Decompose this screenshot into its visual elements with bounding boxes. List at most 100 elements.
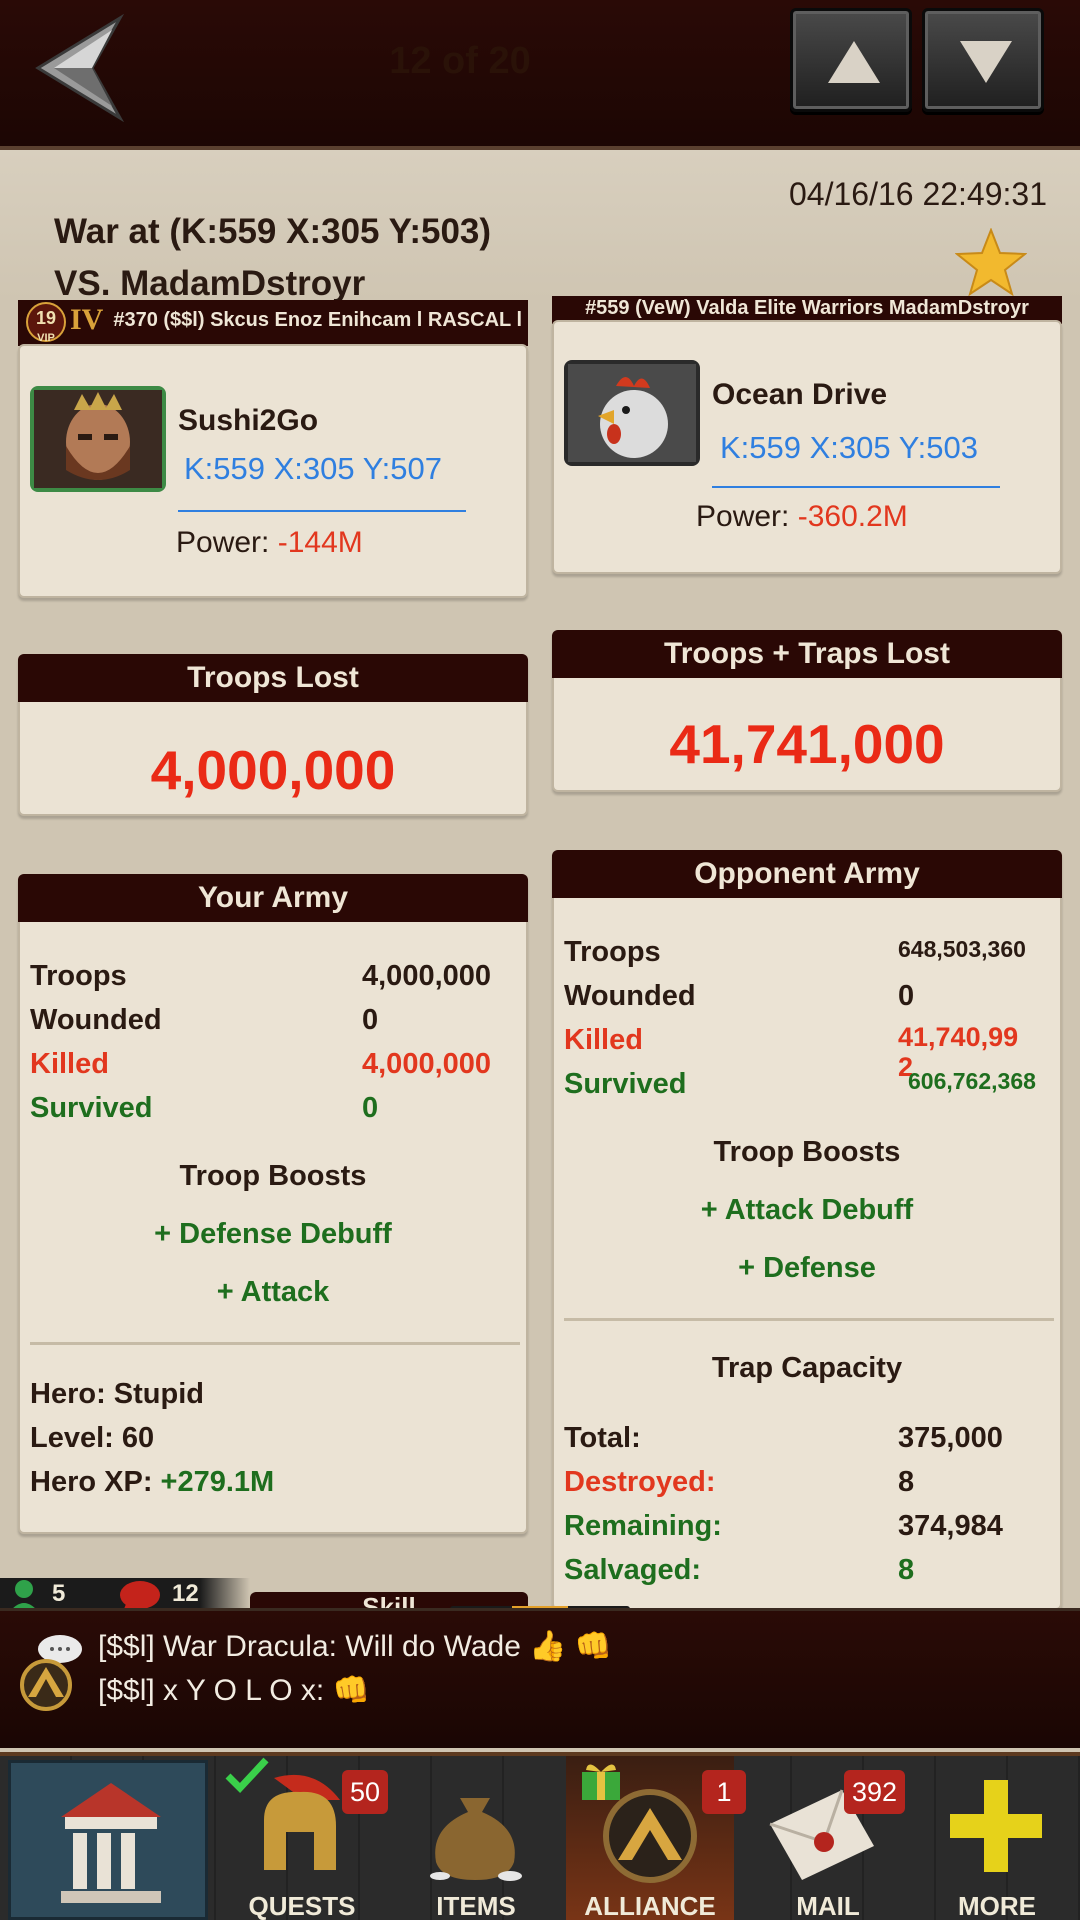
alliance-chat-icon [20, 1635, 82, 1711]
opponent-wounded-value: 0 [898, 980, 915, 1012]
mail-button[interactable]: 392 MAIL [744, 1756, 912, 1920]
vip-label: VIP [37, 332, 55, 344]
player-coordinates-underline [178, 510, 466, 512]
opponent-killed-value-line1: 41,740,99 [898, 1022, 1019, 1052]
items-button[interactable]: ITEMS [396, 1756, 556, 1920]
troops-value: 4,000,000 [362, 960, 492, 992]
player-power: Power: -144M [176, 526, 363, 560]
trap-destroyed-value: 8 [898, 1466, 915, 1498]
alliance-chat-preview[interactable]: [$$l] War Dracula: Will do Wade 👍 👊 [$$l… [0, 1608, 1080, 1748]
opponent-boost-item: + Defense [738, 1252, 876, 1284]
online-count: 5 [52, 1580, 66, 1607]
opponent-survived-value: 606,762,368 [908, 1068, 1036, 1094]
opponent-troops-label: Troops [564, 936, 661, 968]
stronghold-button[interactable] [8, 1760, 208, 1920]
trap-salvaged-value: 8 [898, 1554, 915, 1586]
player-coordinates-link[interactable]: K:559 X:305 Y:507 [184, 451, 442, 487]
report-date: 04/16/16 22:49:31 [788, 176, 1047, 212]
arrow-up-icon [828, 41, 880, 83]
troop-boosts-title: Troop Boosts [179, 1160, 367, 1192]
report-opponent-title: VS. MadamDstroyr [54, 264, 366, 303]
quests-badge: 50 [342, 1770, 389, 1814]
opponent-avatar[interactable] [564, 360, 700, 466]
trap-remaining-value: 374,984 [898, 1510, 1003, 1542]
player-card: Sushi2Go K:559 X:305 Y:507 Power: -144M [18, 344, 528, 598]
wounded-value: 0 [362, 1004, 379, 1036]
hero-xp: Hero XP: +279.1M [30, 1466, 274, 1499]
page-counter: 12 of 20 [389, 40, 531, 82]
boost-item: + Defense Debuff [154, 1218, 392, 1250]
items-label: ITEMS [436, 1891, 516, 1920]
killed-value: 4,000,000 [362, 1048, 492, 1080]
opponent-boost-item: + Attack Debuff [700, 1194, 914, 1226]
wounded-label: Wounded [30, 1004, 162, 1036]
opponent-coordinates-underline [712, 486, 1000, 488]
player-power-label: Power: [176, 526, 278, 559]
mail-label: MAIL [796, 1891, 860, 1920]
player-portrait-icon [34, 390, 162, 488]
arrow-down-icon [960, 41, 1012, 83]
troops-traps-lost-panel: Troops + Traps Lost 41,741,000 [552, 630, 1062, 792]
section-divider [564, 1318, 1054, 1321]
message-count: 12 [172, 1580, 199, 1607]
alliance-label: ALLIANCE [584, 1891, 716, 1920]
boost-item: + Attack [216, 1276, 330, 1308]
next-report-button[interactable] [922, 8, 1044, 112]
opponent-coordinates-link[interactable]: K:559 X:305 Y:503 [720, 430, 978, 466]
previous-report-button[interactable] [790, 8, 912, 112]
quests-label: QUESTS [248, 1891, 356, 1920]
mail-badge: 392 [844, 1770, 906, 1814]
top-bar: 12 of 20 [0, 0, 1080, 150]
more-label: MORE [958, 1891, 1036, 1920]
troops-lost-panel: Troops Lost 4,000,000 [18, 654, 528, 816]
killed-label: Killed [30, 1048, 109, 1080]
opponent-survived-label: Survived [564, 1068, 687, 1100]
back-button[interactable] [30, 13, 130, 123]
hero-xp-label: Hero XP: [30, 1466, 161, 1498]
player-avatar[interactable] [30, 386, 166, 492]
opponent-army-panel: Opponent Army Troops 648,503,360 Wounded… [552, 850, 1062, 1610]
chat-message: [$$l] War Dracula: Will do Wade 👍 👊 [98, 1630, 613, 1663]
stronghold-icon [61, 1783, 161, 1903]
opponent-portrait-icon [568, 364, 696, 462]
alliance-badge: 1 [702, 1770, 746, 1814]
alliance-button[interactable]: 1 ALLIANCE [566, 1756, 746, 1920]
player-alliance-name: #370 ($$l) Skcus Enoz Enihcam l RASCAL l [113, 309, 522, 331]
trap-total-label: Total: [564, 1422, 641, 1454]
opponent-killed-label: Killed [564, 1024, 643, 1056]
troops-lost-value: 4,000,000 [150, 739, 396, 801]
player-alliance-strip: 19 VIP IV #370 ($$l) Skcus Enoz Enihcam l… [18, 300, 528, 346]
troops-label: Troops [30, 960, 127, 992]
troops-traps-lost-value: 41,741,000 [669, 713, 945, 775]
hero-xp-value: +279.1M [160, 1466, 275, 1498]
favorite-star-icon[interactable] [955, 228, 1027, 296]
plus-icon [950, 1780, 1042, 1872]
alliance-icon [603, 1789, 697, 1883]
troops-lost-title: Troops Lost [18, 654, 528, 702]
your-army-title: Your Army [18, 874, 528, 922]
hero-name: Hero: Stupid [30, 1378, 204, 1410]
trap-salvaged-label: Salvaged: [564, 1554, 701, 1586]
bottom-navigation: 50 QUESTS ITEMS 1 ALLIANCE 392 MAIL MORE [0, 1752, 1080, 1920]
trap-total-value: 375,000 [898, 1422, 1003, 1454]
report-title: War at (K:559 X:305 Y:503) [54, 212, 492, 251]
opponent-army-title: Opponent Army [552, 850, 1062, 898]
hero-level: Level: 60 [30, 1422, 155, 1454]
opponent-troop-boosts-title: Troop Boosts [713, 1136, 901, 1168]
opponent-power-value: -360.2M [797, 500, 908, 533]
section-divider [30, 1342, 520, 1345]
report-header: 04/16/16 22:49:31 War at (K:559 X:305 Y:… [0, 150, 1080, 303]
opponent-name: Ocean Drive [712, 378, 888, 411]
opponent-troops-value: 648,503,360 [898, 936, 1026, 962]
more-button[interactable]: MORE [922, 1756, 1072, 1920]
opponent-wounded-label: Wounded [564, 980, 696, 1012]
trap-destroyed-label: Destroyed: [564, 1466, 716, 1498]
quests-button[interactable]: 50 QUESTS [222, 1756, 389, 1920]
player-name: Sushi2Go [178, 404, 319, 437]
player-power-value: -144M [277, 526, 363, 559]
back-arrow-icon [35, 13, 125, 123]
survived-label: Survived [30, 1092, 153, 1124]
your-army-panel: Your Army Troops 4,000,000 Wounded 0 Kil… [18, 874, 528, 1534]
chat-message: [$$l] x Y O L O x: 👊 [98, 1674, 370, 1707]
opponent-card: Ocean Drive K:559 X:305 Y:503 Power: -36… [552, 320, 1062, 574]
